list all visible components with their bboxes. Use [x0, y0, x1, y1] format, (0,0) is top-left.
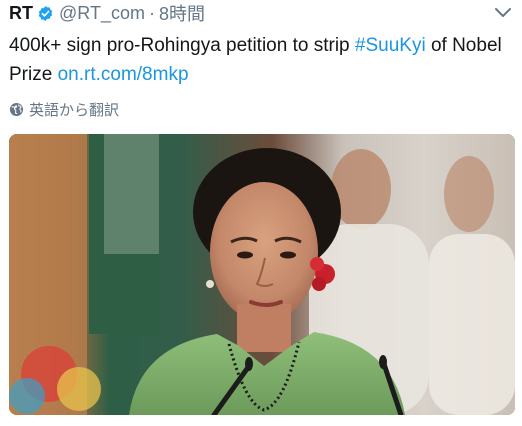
hashtag-link[interactable]: #SuuKyi — [355, 35, 426, 56]
header-separator: · — [148, 2, 155, 23]
tweet-timestamp[interactable]: 8時間 — [159, 0, 205, 26]
tweet-card: RT @RT_com · 8時間 400k+ sign pro-Rohingya… — [0, 0, 522, 426]
tweet-header: RT @RT_com · 8時間 — [9, 0, 205, 26]
url-link[interactable]: on.rt.com/8mkp — [58, 64, 189, 85]
verified-badge-icon — [38, 5, 53, 21]
tweet-text: 400k+ sign pro-Rohingya petition to stri… — [9, 31, 509, 89]
tweet-text-part: 400k+ sign pro-Rohingya petition to stri… — [9, 35, 355, 56]
translate-label: 英語から翻訳 — [29, 102, 120, 119]
author-handle[interactable]: @RT_com — [59, 3, 145, 24]
photo-illustration — [9, 134, 515, 415]
author-name[interactable]: RT — [9, 3, 33, 24]
globe-icon — [9, 102, 24, 117]
tweet-photo[interactable] — [9, 134, 515, 415]
translate-tweet-link[interactable]: 英語から翻訳 — [9, 99, 119, 120]
chevron-down-icon[interactable] — [494, 6, 512, 20]
